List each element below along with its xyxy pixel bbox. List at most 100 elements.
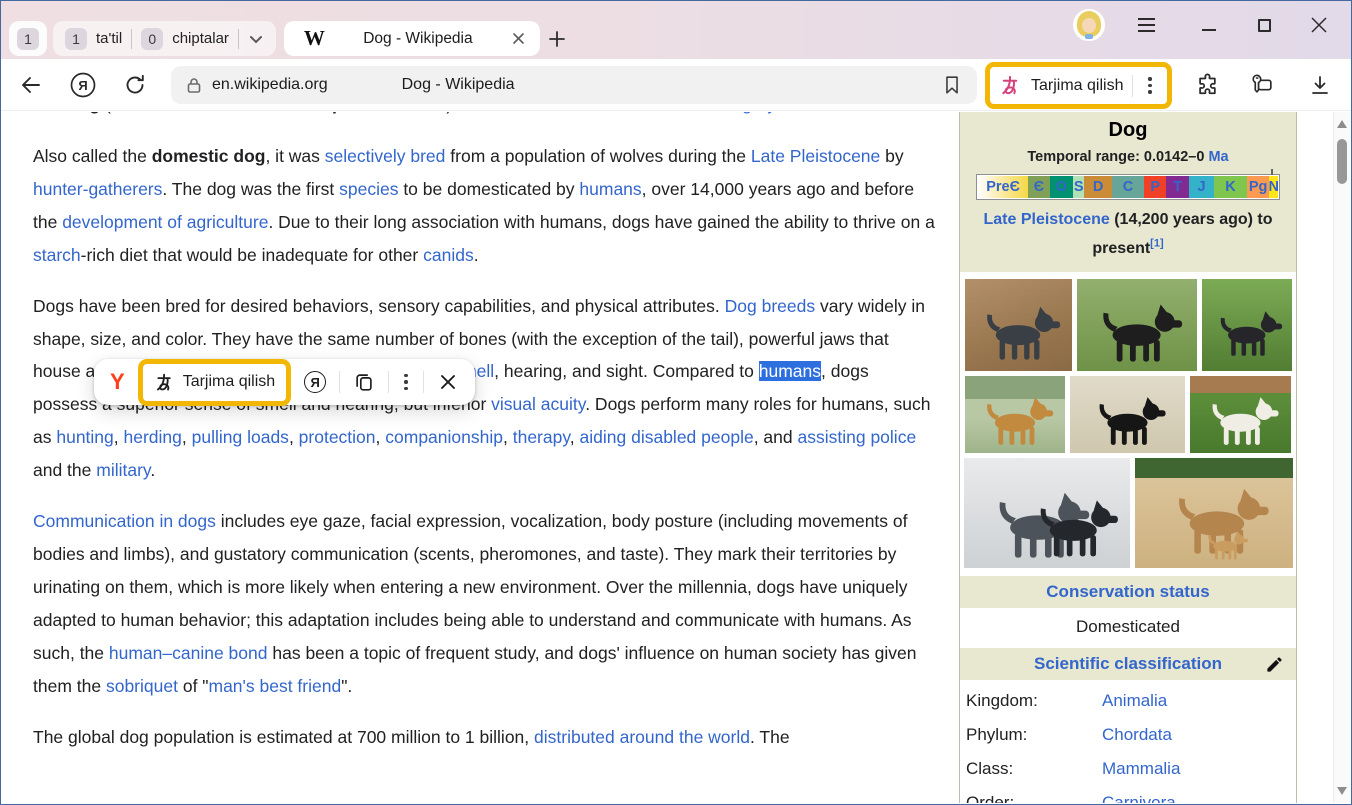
article-link[interactable]: protection xyxy=(299,427,376,447)
translate-options-kebab-icon[interactable] xyxy=(1142,74,1157,96)
article-link[interactable]: distributed around the world xyxy=(534,727,750,747)
maximize-button[interactable] xyxy=(1250,11,1278,39)
downloads-button[interactable] xyxy=(1300,65,1340,105)
article-link[interactable]: [1] xyxy=(1150,238,1163,250)
timescale-segment[interactable]: J xyxy=(1189,176,1214,198)
dog-silhouette xyxy=(1208,302,1285,368)
dog-photo[interactable] xyxy=(965,376,1065,453)
dog-photo[interactable] xyxy=(964,458,1130,568)
page-scrollbar[interactable] xyxy=(1333,112,1350,803)
minimize-button[interactable] xyxy=(1195,11,1223,39)
article-link[interactable]: companionship xyxy=(385,427,503,447)
scientific-classification-header[interactable]: Scientific classification xyxy=(960,648,1296,680)
dog-photo[interactable] xyxy=(1070,376,1185,453)
timescale-segment[interactable]: T xyxy=(1166,176,1188,198)
close-window-button[interactable] xyxy=(1305,11,1333,39)
extensions-button[interactable] xyxy=(1188,65,1228,105)
article-link[interactable]: humans xyxy=(579,179,641,199)
new-tab-button[interactable] xyxy=(540,21,574,56)
dog-photo[interactable] xyxy=(1202,279,1292,371)
timescale-segment[interactable]: C xyxy=(1112,176,1144,198)
article-link[interactable]: development of agriculture xyxy=(62,212,268,232)
chevron-down-icon[interactable] xyxy=(248,31,264,47)
reload-icon xyxy=(123,73,147,97)
address-bar[interactable]: en.wikipedia.org Dog - Wikipedia xyxy=(171,66,977,104)
taxonomy-link[interactable]: Mammalia xyxy=(1102,759,1180,779)
yandex-circle-icon: Я xyxy=(304,371,326,393)
article-link[interactable]: Late Pleistocene xyxy=(751,146,880,166)
scroll-down-arrow[interactable] xyxy=(1337,787,1347,795)
profile-avatar[interactable] xyxy=(1072,8,1106,42)
article-link[interactable]: Communication in dogs xyxy=(33,511,216,531)
article-link[interactable]: hunting xyxy=(56,427,113,447)
taxonomy-link[interactable]: Animalia xyxy=(1102,691,1167,711)
timescale-segment[interactable]: PreЄ xyxy=(978,176,1028,198)
search-in-yandex-button[interactable]: Я xyxy=(300,367,330,397)
translate-button-label[interactable]: Tarjima qilish xyxy=(1031,77,1123,95)
article-link[interactable]: species xyxy=(339,179,398,199)
article-link[interactable]: military xyxy=(96,460,150,480)
article-link[interactable]: herding xyxy=(124,427,182,447)
dog-photo[interactable] xyxy=(1135,458,1293,568)
text-run: and the xyxy=(33,460,96,480)
dog-photo[interactable] xyxy=(1190,376,1291,453)
puzzle-icon xyxy=(1195,72,1221,98)
article-link[interactable]: pulling loads xyxy=(192,427,289,447)
dog-photo[interactable] xyxy=(965,279,1072,371)
scroll-up-arrow[interactable] xyxy=(1337,120,1347,128)
article-link[interactable]: humans xyxy=(759,361,821,381)
page-content: The dog (Canis familiaris or Canis lupus… xyxy=(2,112,1350,803)
timescale-segment[interactable]: N xyxy=(1269,176,1278,198)
url-domain[interactable]: en.wikipedia.org xyxy=(212,76,328,94)
timescale-segment[interactable]: Є xyxy=(1028,176,1050,198)
dog-photo[interactable] xyxy=(1077,279,1197,371)
tab-close-icon[interactable] xyxy=(511,31,526,46)
article-link[interactable]: Ma xyxy=(1208,149,1228,165)
scrollbar-thumb[interactable] xyxy=(1337,139,1347,184)
text-run: ) is a xyxy=(446,112,489,114)
taxonomy-link[interactable]: Chordata xyxy=(1102,725,1172,745)
article-link[interactable]: selectively bred xyxy=(325,146,446,166)
article-link[interactable]: man's best friend xyxy=(209,676,342,696)
article-link[interactable]: aiding disabled people xyxy=(580,427,754,447)
pinned-tab[interactable]: 1 xyxy=(9,21,47,56)
bookmark-button[interactable] xyxy=(941,74,963,96)
article-link[interactable]: Dog breeds xyxy=(725,296,815,316)
menu-icon[interactable] xyxy=(1134,14,1159,36)
translate-icon xyxy=(154,372,175,393)
timescale-segment[interactable]: D xyxy=(1084,176,1112,198)
taxonomy-rank: Phylum: xyxy=(966,725,1102,745)
article-link[interactable]: hunter-gatherers xyxy=(33,179,162,199)
article-link[interactable]: visual acuity xyxy=(491,394,585,414)
article-link[interactable]: gray wolf xyxy=(742,112,812,114)
tab-group[interactable]: 1 ta'til 0 chiptalar xyxy=(53,21,276,56)
reload-button[interactable] xyxy=(115,65,155,105)
article-link[interactable]: domesticated xyxy=(489,112,593,114)
active-tab[interactable]: W Dog - Wikipedia xyxy=(284,21,540,56)
text-run: dog xyxy=(68,112,100,114)
timescale-segment[interactable]: K xyxy=(1214,176,1247,198)
article-link[interactable]: sobriquet xyxy=(106,676,178,696)
yandex-home-button[interactable]: Я xyxy=(63,65,103,105)
copy-button[interactable] xyxy=(349,367,379,397)
popup-more-options-icon[interactable] xyxy=(398,371,413,394)
popup-close-button[interactable] xyxy=(433,367,463,397)
conservation-status-header[interactable]: Conservation status xyxy=(960,576,1296,608)
password-manager-button[interactable] xyxy=(1242,65,1282,105)
taxonomy-link[interactable]: Carnivora xyxy=(1102,793,1176,803)
article-link[interactable]: Late Pleistocene xyxy=(983,211,1109,228)
article-link[interactable]: human–canine bond xyxy=(109,643,268,663)
timescale-segment[interactable]: Pg xyxy=(1247,176,1269,198)
text-run: , xyxy=(376,427,386,447)
back-button[interactable] xyxy=(11,65,51,105)
article-link[interactable]: canids xyxy=(423,245,474,265)
ssl-lock-icon[interactable] xyxy=(185,76,203,94)
popup-translate-label[interactable]: Tarjima qilish xyxy=(183,373,275,391)
timescale-segment[interactable]: P xyxy=(1144,176,1166,198)
article-link[interactable]: assisting police xyxy=(798,427,917,447)
timescale-segment[interactable]: S xyxy=(1073,176,1084,198)
article-link[interactable]: therapy xyxy=(513,427,570,447)
timescale-segment[interactable]: O xyxy=(1050,176,1073,198)
article-link[interactable]: starch xyxy=(33,245,81,265)
edit-button[interactable] xyxy=(1265,655,1284,674)
